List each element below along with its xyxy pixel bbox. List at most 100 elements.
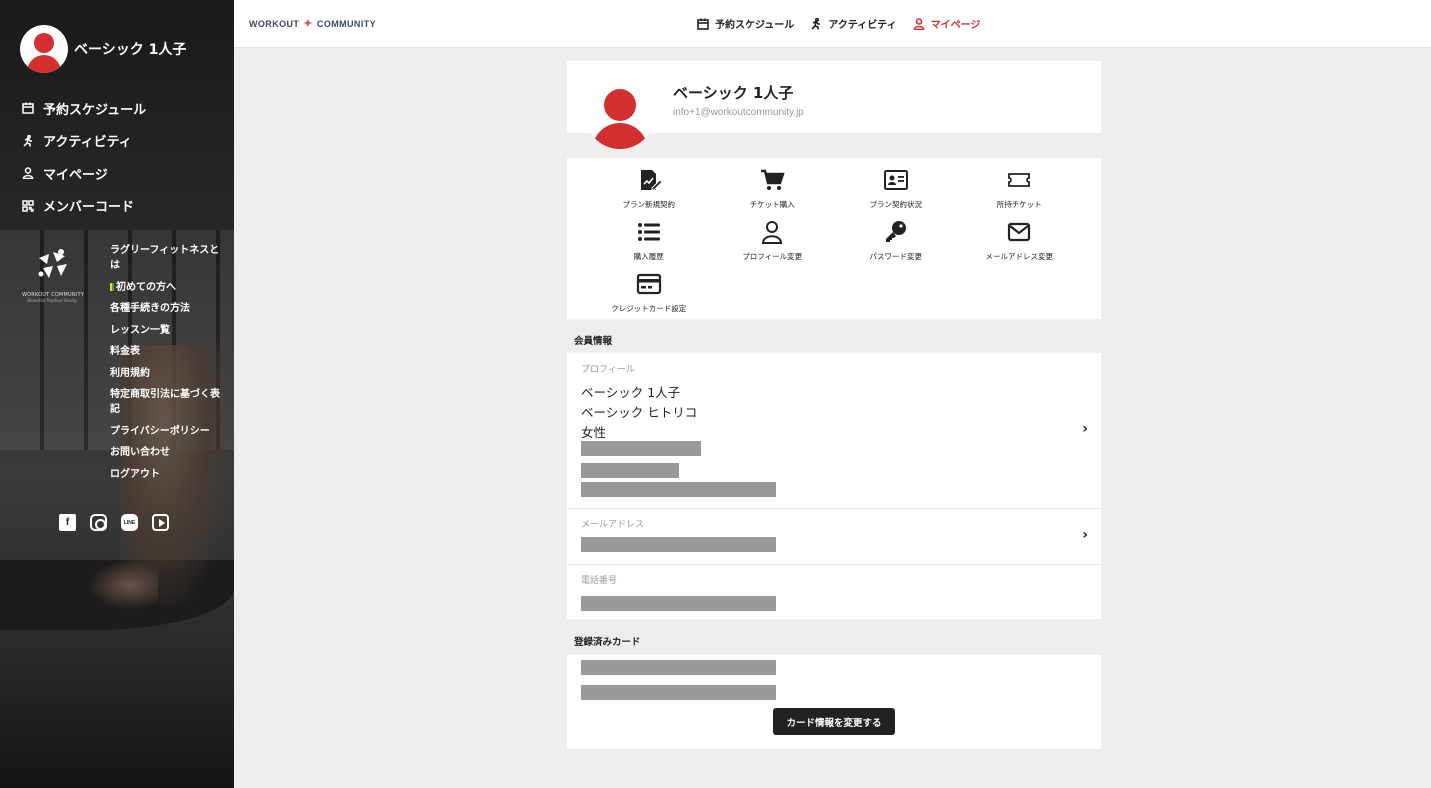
ticket-icon [1008,173,1031,187]
profile-name-kanji: ベーシック 1人子 [581,385,681,400]
header-logo[interactable]: WORKOUT ✦ COMMUNITY [249,17,376,30]
email-label: メールアドレス [581,520,645,530]
line-icon[interactable]: LINE [121,514,138,531]
avatar [585,79,655,149]
chevron-right-icon[interactable]: › [1082,421,1088,437]
top-header: WORKOUT ✦ COMMUNITY 予約スケジュール アクティビティ マイペ… [234,0,1431,48]
header-nav-schedule[interactable]: 予約スケジュール [697,16,794,31]
profile-row[interactable]: プロフィール ベーシック 1人子 ベーシック ヒトリコ 女性 › [567,353,1101,509]
header-nav: 予約スケジュール アクティビティ マイページ [697,16,996,31]
social-links: f LINE [59,514,183,531]
brand-logo[interactable]: WORKOUT COMMUNITY Beautiful Positive Str… [22,244,84,303]
header-nav-mypage[interactable]: マイページ [913,16,981,31]
menu-grid: プラン新規契約 チケット購入 プラン契約状況 所持チケット 購入履歴 プロフィー… [587,168,1081,315]
menu-label: プロフィール変更 [742,252,803,261]
phone-row: 電話番号 [567,565,1101,619]
redacted-value [581,463,679,478]
menu-profile-change[interactable]: プロフィール変更 [711,220,835,263]
brand-logo-mark-icon [38,249,67,278]
email-row[interactable]: メールアドレス › [567,509,1101,565]
sidebar-link-commerce-law[interactable]: 特定商取引法に基づく表記 [110,387,220,417]
sidebar-item-schedule[interactable]: 予約スケジュール [22,92,146,125]
change-card-button[interactable]: カード情報を変更する [773,708,895,735]
contract-pen-icon [640,170,662,191]
phone-label: 電話番号 [581,576,618,586]
redacted-value [581,441,701,456]
sidebar-links: ラグリーフィットネスとは 初めての方へ 各種手続きの方法 レッスン一覧 料金表 … [110,243,220,488]
menu-email-change[interactable]: メールアドレス変更 [958,220,1082,263]
menu-credit-card-settings[interactable]: クレジットカード設定 [587,272,711,315]
sidebar-link-about[interactable]: ラグリーフィットネスとは [110,243,220,273]
key-icon [885,221,906,242]
header-nav-label: 予約スケジュール [715,20,795,31]
chevron-right-icon[interactable]: › [1082,527,1088,543]
profile-gender: 女性 [581,425,607,440]
sidebar-link-contact[interactable]: お問い合わせ [110,445,220,460]
facebook-icon[interactable]: f [59,514,76,531]
menu-label: チケット購入 [749,200,795,209]
menu-label: パスワード変更 [869,252,923,261]
header-nav-label: アクティビティ [828,20,897,31]
sidebar-item-mypage[interactable]: マイページ [22,157,146,190]
person-icon [913,17,924,30]
sidebar-item-label: マイページ [43,167,108,183]
menu-password-change[interactable]: パスワード変更 [834,220,958,263]
header-nav-label: マイページ [930,20,981,31]
sidebar-link-lessons[interactable]: レッスン一覧 [110,323,220,338]
profile-label: プロフィール [581,365,635,375]
member-info-card: プロフィール ベーシック 1人子 ベーシック ヒトリコ 女性 › メールアドレス… [567,353,1101,619]
envelope-icon [1008,222,1031,242]
menu-label: プラン契約状況 [869,200,923,209]
sidebar-link-label: 初めての方へ [116,281,176,293]
redacted-value [581,596,776,611]
sidebar-link-privacy[interactable]: プライバシーポリシー [110,424,220,439]
sidebar-user[interactable]: ベーシック 1人子 [20,25,186,73]
runner-icon [811,17,821,30]
sidebar-link-procedures[interactable]: 各種手続きの方法 [110,301,220,316]
menu-label: 所持チケット [996,200,1042,209]
menu-label: メールアドレス変更 [985,252,1054,261]
menu-purchase-history[interactable]: 購入履歴 [587,220,711,263]
menu-plan-contract-status[interactable]: プラン契約状況 [834,168,958,211]
menu-label: プラン新規契約 [622,200,676,209]
menu-ticket-purchase[interactable]: チケット購入 [711,168,835,211]
redacted-value [581,482,776,497]
sidebar-item-member-code[interactable]: メンバーコード [22,190,146,223]
qr-code-icon [22,200,34,212]
background-arm [88,560,158,610]
runner-icon [23,134,32,147]
sidebar-link-beginners[interactable]: 初めての方へ [110,280,220,295]
sidebar-link-logout[interactable]: ログアウト [110,467,220,482]
sidebar-item-label: メンバーコード [43,200,135,216]
redacted-value [581,685,776,700]
profile-name-kana: ベーシック ヒトリコ [581,405,698,420]
header-logo-mark-icon: ✦ [303,18,313,30]
menu-new-plan-contract[interactable]: プラン新規契約 [587,168,711,211]
menu-owned-tickets[interactable]: 所持チケット [958,168,1082,211]
menu-label: クレジットカード設定 [611,304,687,313]
sidebar-item-activity[interactable]: アクティビティ [22,125,146,158]
header-logo-right: COMMUNITY [316,18,377,29]
avatar [20,25,68,73]
sidebar-link-pricing[interactable]: 料金表 [110,344,220,359]
registered-card-card: カード情報を変更する [567,655,1101,749]
calendar-icon [697,18,709,30]
cart-icon [761,169,785,190]
youtube-icon[interactable] [152,514,169,531]
instagram-icon[interactable] [90,514,107,531]
header-logo-left: WORKOUT [249,18,300,29]
credit-card-icon [636,273,661,295]
sidebar: ベーシック 1人子 予約スケジュール アクティビティ マイページ メンバーコード [0,0,234,788]
user-icon [762,221,783,244]
profile-email: info+1@workoutcommunity.jp [673,107,804,118]
sidebar-nav: 予約スケジュール アクティビティ マイページ メンバーコード [22,92,146,222]
redacted-value [581,537,776,552]
header-nav-activity[interactable]: アクティビティ [810,16,897,31]
sidebar-link-terms[interactable]: 利用規約 [110,366,220,381]
profile-name: ベーシック 1人子 [673,84,794,102]
calendar-icon [22,102,34,114]
brand-logo-tagline: Beautiful Positive Strong [27,298,77,303]
sidebar-item-label: 予約スケジュール [43,102,147,118]
sidebar-item-label: アクティビティ [43,135,132,151]
menu-card: プラン新規契約 チケット購入 プラン契約状況 所持チケット 購入履歴 プロフィー… [567,158,1101,319]
